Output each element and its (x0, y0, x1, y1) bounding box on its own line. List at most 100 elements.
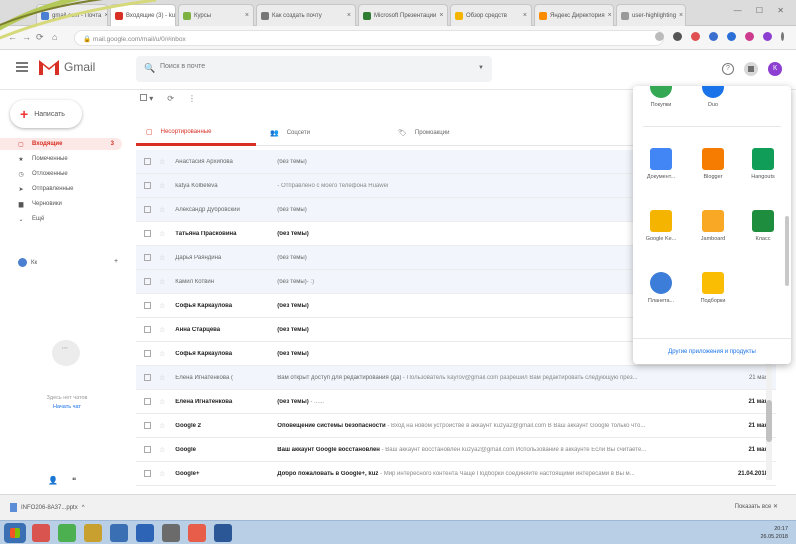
app-launcher-item[interactable]: Документ... (637, 148, 685, 180)
sidebar-item[interactable]: ★ Помеченные (0, 153, 126, 165)
search-options-icon[interactable]: ▼ (478, 65, 484, 71)
forward-icon[interactable]: → (22, 32, 31, 42)
mail-row[interactable]: ☆ Елена Игнатенкова (без темы) - ...... 21 … (136, 390, 776, 414)
extension-icon[interactable] (691, 32, 700, 41)
row-checkbox[interactable] (144, 158, 151, 165)
app-launcher-item[interactable]: Класс (739, 210, 787, 242)
taskbar-app-icon[interactable] (32, 524, 50, 542)
search-icon[interactable]: 🔍 (144, 63, 155, 74)
row-checkbox[interactable] (144, 326, 151, 333)
browser-tab[interactable]: Microsoft Презентации × (358, 4, 448, 26)
refresh-icon[interactable]: ⟳ (167, 94, 174, 103)
extension-icon[interactable] (673, 32, 682, 41)
browser-tab[interactable]: Входящие (3) - kuz× (110, 4, 176, 26)
account-avatar[interactable]: К (768, 62, 782, 76)
help-icon[interactable]: ? (722, 63, 734, 75)
app-launcher-item[interactable]: Jamboard (689, 210, 737, 242)
menu-icon[interactable] (16, 62, 28, 72)
close-icon[interactable]: × (104, 12, 107, 19)
sidebar-item[interactable]: ⌄ Ещё (0, 213, 126, 225)
window-controls[interactable]: — ☐ ✕ (734, 6, 790, 15)
sidebar-item[interactable]: ◷ Отложенные (0, 168, 126, 180)
row-checkbox[interactable] (144, 470, 151, 477)
search-box[interactable]: 🔍 ▼ (136, 56, 492, 82)
mail-row[interactable]: ☆ Google+ Добро пожаловать в Google+, kuz … (136, 462, 776, 486)
close-icon[interactable]: × (439, 12, 443, 19)
close-icon[interactable]: × (347, 12, 351, 19)
row-checkbox[interactable] (144, 278, 151, 285)
select-all-checkbox[interactable]: ▾ (140, 94, 153, 103)
row-checkbox[interactable] (144, 206, 151, 213)
row-checkbox[interactable] (144, 446, 151, 453)
start-button[interactable] (4, 523, 26, 543)
download-item[interactable]: INFO206-8A37...pptx ^ (10, 503, 85, 512)
app-launcher-item[interactable]: Покупки (637, 86, 685, 108)
row-checkbox[interactable] (144, 422, 151, 429)
add-chat-icon[interactable]: + (114, 258, 118, 265)
taskbar-app-icon[interactable] (188, 524, 206, 542)
browser-tab[interactable]: user-highlighting × (616, 4, 686, 26)
menu-dots-icon[interactable] (781, 32, 784, 41)
browser-tab[interactable]: Как создать почту × (256, 4, 356, 26)
star-icon[interactable]: ☆ (159, 182, 165, 190)
star-icon[interactable]: ☆ (159, 230, 165, 238)
address-bar[interactable]: 🔒 mail.google.com/mail/u/0/#inbox (74, 30, 664, 46)
chevron-up-icon[interactable]: ^ (82, 505, 85, 511)
category-tab[interactable]: 👥 Соцсети (260, 120, 380, 146)
chat-icon[interactable]: ❝ (72, 476, 76, 485)
system-tray-clock[interactable]: 20:17 26.05.2018 (760, 525, 788, 541)
row-checkbox[interactable] (144, 350, 151, 357)
app-launcher-item[interactable]: Hangouts (739, 148, 787, 180)
category-tab[interactable]: 🏷 Промоакции (388, 120, 508, 146)
app-launcher-item[interactable]: Планета... (637, 272, 685, 304)
browser-tab[interactable]: Курсы × (178, 4, 254, 26)
star-icon[interactable]: ☆ (159, 254, 165, 262)
star-icon[interactable]: ☆ (159, 446, 165, 454)
more-options-icon[interactable]: ⋮ (188, 94, 196, 103)
home-icon[interactable]: ⌂ (52, 32, 57, 42)
extension-icon[interactable] (709, 32, 718, 41)
close-icon[interactable]: × (679, 12, 683, 19)
close-icon[interactable]: × (523, 12, 527, 19)
taskbar-app-icon[interactable] (58, 524, 76, 542)
star-icon[interactable]: ☆ (159, 350, 165, 358)
browser-tab[interactable]: gmail.com - Почта× (36, 4, 108, 26)
star-icon[interactable]: ☆ (159, 422, 165, 430)
mail-row[interactable]: ☆ Елена Игнатенкова (Вам открыт доступ дл… (136, 366, 776, 390)
app-launcher-item[interactable]: Blogger (689, 148, 737, 180)
row-checkbox[interactable] (144, 182, 151, 189)
sidebar-item[interactable]: ▆ Черновики (0, 198, 126, 210)
close-icon[interactable]: × (245, 12, 249, 19)
star-icon[interactable]: ☆ (159, 278, 165, 286)
row-checkbox[interactable] (144, 398, 151, 405)
compose-button[interactable]: + Написать (10, 100, 82, 128)
taskbar-app-icon[interactable] (110, 524, 128, 542)
hangouts-user[interactable]: Кк + (18, 258, 118, 267)
star-icon[interactable]: ☆ (159, 326, 165, 334)
row-checkbox[interactable] (144, 254, 151, 261)
extension-icon[interactable] (745, 32, 754, 41)
sidebar-item[interactable]: ▢ Входящие 3 (0, 138, 122, 150)
star-icon[interactable]: ☆ (159, 302, 165, 310)
star-bookmark-icon[interactable] (655, 32, 664, 41)
profile-avatar-icon[interactable] (763, 32, 772, 41)
scrollbar-thumb[interactable] (766, 400, 772, 442)
taskbar-app-icon[interactable] (136, 524, 154, 542)
person-icon[interactable]: 👤 (48, 476, 58, 485)
taskbar-app-icon[interactable] (162, 524, 180, 542)
star-icon[interactable]: ☆ (159, 374, 165, 382)
category-tab[interactable]: ▢ Несортированные (136, 120, 256, 146)
row-checkbox[interactable] (144, 302, 151, 309)
close-icon[interactable]: × (608, 12, 612, 19)
app-launcher-item[interactable]: Google Ke... (637, 210, 685, 242)
google-apps-icon[interactable] (744, 62, 758, 76)
back-icon[interactable]: ← (8, 32, 17, 42)
app-launcher-item[interactable]: Duo (689, 86, 737, 108)
star-icon[interactable]: ☆ (159, 158, 165, 166)
taskbar-app-icon[interactable] (84, 524, 102, 542)
sidebar-item[interactable]: ➤ Отправленные (0, 183, 126, 195)
browser-tab[interactable]: Яндекс Директория × (534, 4, 614, 26)
star-icon[interactable]: ☆ (159, 470, 165, 478)
row-checkbox[interactable] (144, 374, 151, 381)
extension-icon[interactable] (727, 32, 736, 41)
